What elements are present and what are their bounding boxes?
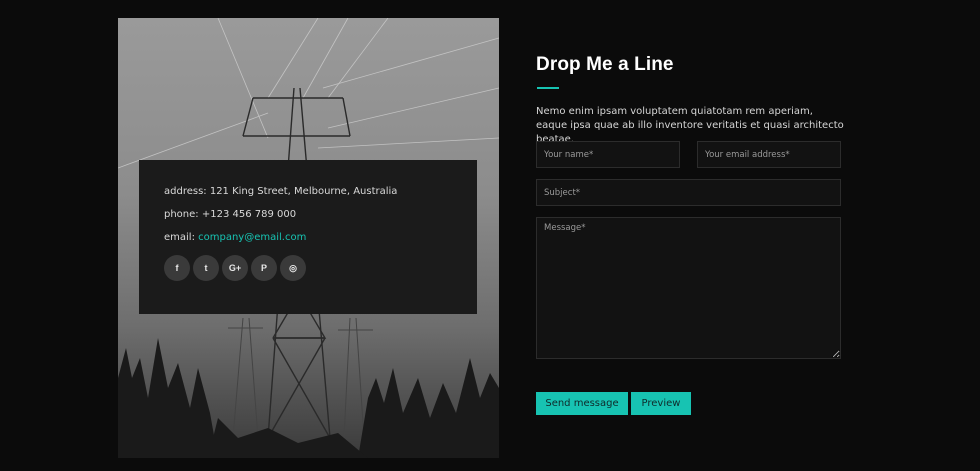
twitter-icon: t [204,263,208,273]
contact-info-card: address: 121 King Street, Melbourne, Aus… [139,160,477,314]
email-link[interactable]: company@email.com [198,232,306,243]
subject-input[interactable] [536,179,841,206]
dribbble-icon: ◎ [289,262,297,273]
dribbble-button[interactable]: ◎ [280,255,306,281]
title-underline [537,87,559,89]
message-textarea[interactable] [536,217,841,359]
google-plus-button[interactable]: G+ [222,255,248,281]
address-text: address: 121 King Street, Melbourne, Aus… [164,186,398,197]
pinterest-icon: P [260,263,267,273]
facebook-button[interactable]: f [164,255,190,281]
name-input[interactable] [536,141,680,168]
form-title: Drop Me a Line [536,54,674,75]
phone-text: phone: +123 456 789 000 [164,209,297,220]
email-label: email: [164,232,199,243]
send-message-button[interactable]: Send message [536,392,628,415]
email-input[interactable] [697,141,841,168]
facebook-icon: f [175,263,179,273]
preview-button[interactable]: Preview [631,392,691,415]
pinterest-button[interactable]: P [251,255,277,281]
social-links: f t G+ P ◎ [164,255,477,281]
twitter-button[interactable]: t [193,255,219,281]
email-text: email: company@email.com [164,232,477,243]
google-plus-icon: G+ [228,263,242,273]
